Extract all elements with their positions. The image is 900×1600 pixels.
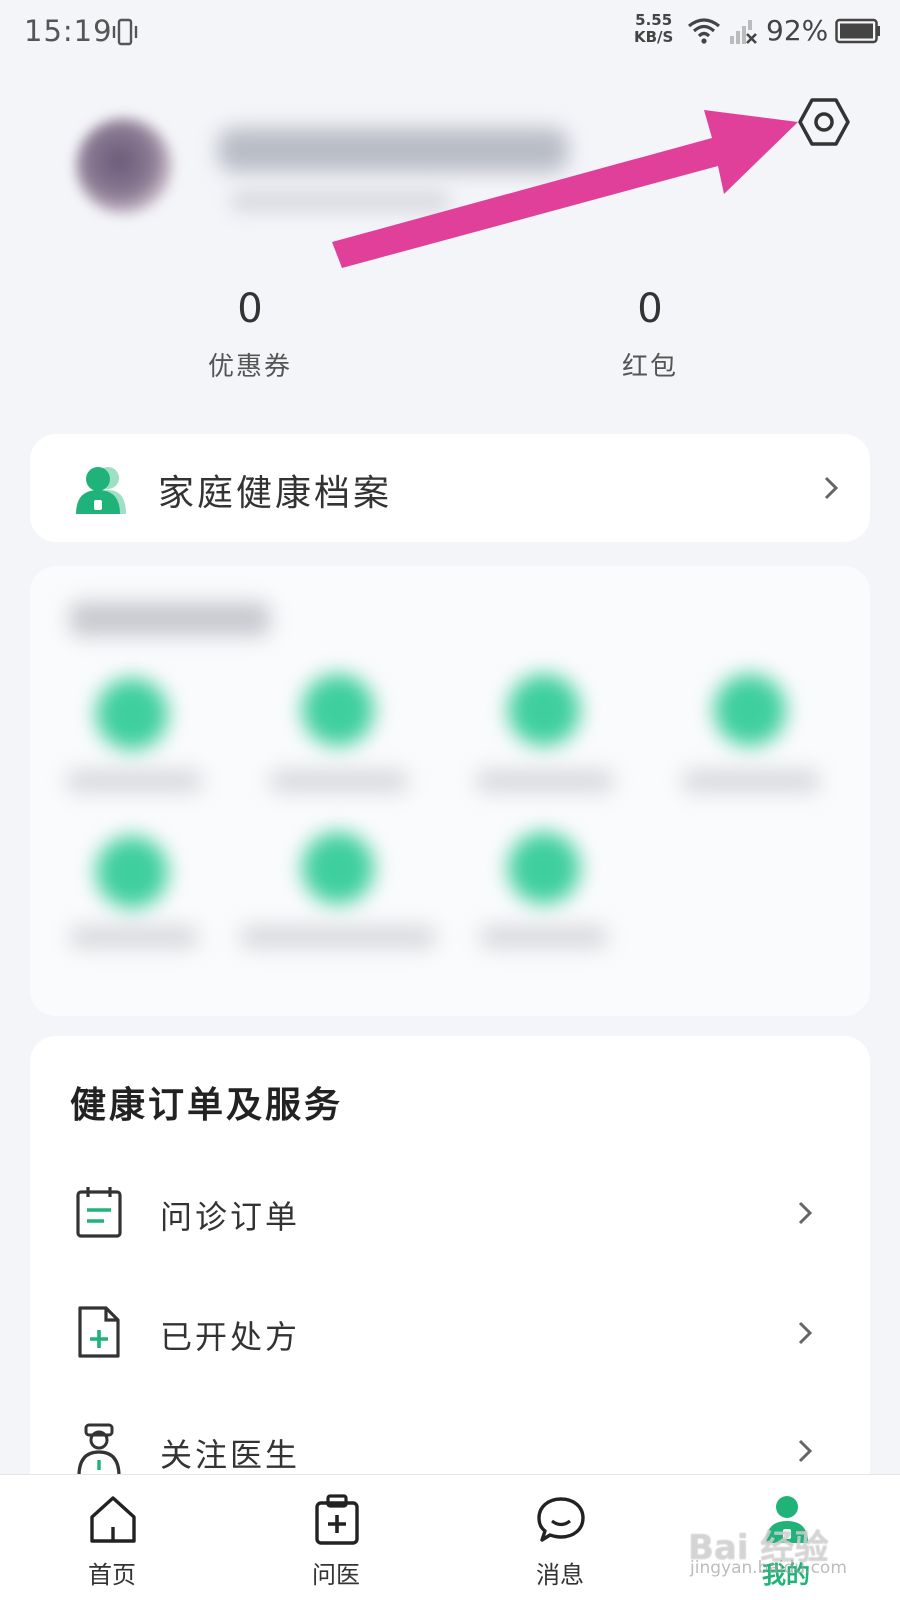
blurred-service-icon — [508, 832, 580, 904]
coupon-label: 优惠券 — [207, 352, 292, 382]
nav-label: 首页 — [88, 1561, 136, 1589]
order-row-prescription[interactable]: 已开处方 — [30, 1294, 870, 1374]
wifi-icon — [688, 18, 720, 44]
blurred-service-icon — [302, 674, 374, 746]
blurred-service-icon — [96, 678, 168, 750]
status-time: 15:19 — [24, 14, 113, 48]
blurred-services-content — [30, 566, 870, 1016]
medical-kit-icon — [315, 1494, 359, 1545]
watermark-url: jingyan.baidu.com — [690, 1558, 847, 1578]
order-row-consultation[interactable]: 问诊订单 — [30, 1174, 870, 1254]
chat-icon — [537, 1497, 585, 1542]
blurred-service-label — [240, 926, 436, 948]
nav-home[interactable]: 首页 — [52, 1475, 172, 1600]
blurred-section-title — [70, 602, 270, 636]
blurred-services-card — [30, 566, 870, 1016]
chevron-right-icon — [798, 1201, 813, 1225]
order-label: 已开处方 — [160, 1318, 301, 1356]
blurred-service-icon — [714, 674, 786, 746]
calendar-list-icon — [76, 1187, 122, 1238]
blurred-service-label — [682, 770, 820, 792]
red-packet-label: 红包 — [621, 352, 678, 382]
annotation-arrow — [332, 110, 798, 268]
network-speed-value: 5.55 — [635, 11, 673, 29]
network-speed-unit: KB/S — [634, 28, 674, 46]
blurred-service-label — [480, 926, 608, 948]
avatar[interactable] — [76, 118, 172, 214]
nav-label: 消息 — [536, 1561, 584, 1589]
family-person-icon — [76, 467, 126, 514]
settings-icon[interactable] — [796, 94, 852, 150]
blurred-service-icon — [508, 674, 580, 746]
doctor-icon — [77, 1423, 121, 1477]
blurred-service-label — [70, 926, 198, 948]
signal-icon — [730, 20, 757, 44]
status-bar: 15:19 5.55 KB/S 92% — [0, 0, 900, 64]
red-packet-count: 0 — [637, 286, 663, 332]
blurred-service-label — [66, 770, 202, 792]
chevron-right-icon — [798, 1321, 813, 1345]
nav-messages[interactable]: 消息 — [500, 1475, 620, 1600]
chevron-right-icon — [798, 1439, 813, 1463]
coupon-count: 0 — [237, 286, 263, 332]
nav-ask-doctor[interactable]: 问医 — [276, 1475, 396, 1600]
blurred-service-icon — [302, 832, 374, 904]
blurred-service-label — [270, 770, 408, 792]
blurred-service-label — [476, 770, 614, 792]
order-label: 关注医生 — [160, 1436, 301, 1474]
orders-section-title: 健康订单及服务 — [70, 1085, 344, 1126]
network-speed: 5.55 KB/S — [634, 12, 673, 46]
blurred-service-icon — [96, 836, 168, 908]
nav-label: 问医 — [312, 1561, 360, 1589]
battery-icon — [835, 18, 880, 44]
prescription-doc-icon — [78, 1306, 120, 1358]
family-health-record-label: 家庭健康档案 — [158, 473, 393, 514]
order-label: 问诊订单 — [160, 1198, 301, 1236]
battery-percent: 92% — [766, 14, 829, 47]
vibrate-icon — [112, 18, 138, 46]
family-health-record-card[interactable]: 家庭健康档案 — [30, 434, 870, 542]
chevron-right-icon — [824, 476, 839, 500]
coupon-stat[interactable]: 0 优惠券 — [170, 286, 330, 383]
home-icon — [90, 1496, 136, 1543]
red-packet-stat[interactable]: 0 红包 — [570, 286, 730, 383]
